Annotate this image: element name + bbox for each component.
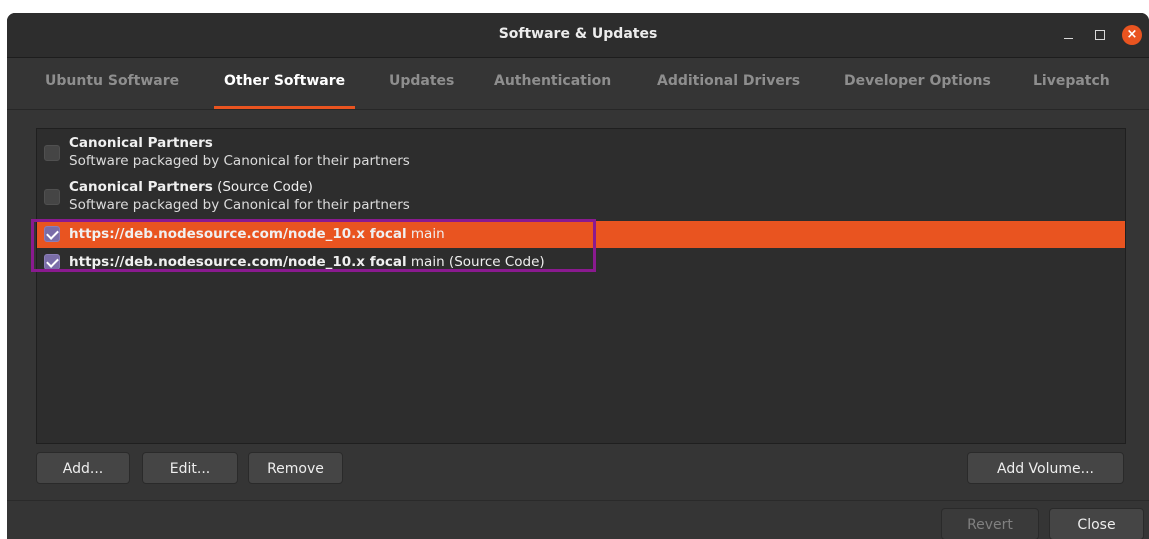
sources-list: Canonical Partners Software packaged by … (36, 128, 1126, 444)
add-button[interactable]: Add... (36, 452, 130, 484)
close-icon[interactable]: × (1122, 25, 1142, 45)
maximize-icon[interactable] (1092, 27, 1108, 43)
checkbox-icon[interactable] (44, 254, 60, 270)
add-volume-button[interactable]: Add Volume... (967, 452, 1124, 484)
window-title: Software & Updates (498, 26, 658, 42)
source-subtitle: Software packaged by Canonical for their… (69, 197, 410, 213)
revert-button[interactable]: Revert (941, 508, 1039, 539)
tab-other-software[interactable]: Other Software (213, 58, 356, 109)
edit-button[interactable]: Edit... (142, 452, 238, 484)
tab-ubuntu-software[interactable]: Ubuntu Software (45, 58, 179, 109)
source-title: Canonical Partners (69, 135, 213, 151)
software-updates-window: Software & Updates × Ubuntu Software Oth… (7, 13, 1149, 539)
source-title: Canonical Partners (Source Code) (69, 179, 313, 195)
list-item[interactable]: Canonical Partners (Source Code) Softwar… (37, 177, 1125, 217)
list-item[interactable]: https://deb.nodesource.com/node_10.x foc… (37, 221, 1125, 248)
title-bar: Software & Updates × (7, 13, 1149, 58)
list-item[interactable]: Canonical Partners Software packaged by … (37, 133, 1125, 173)
tab-authentication[interactable]: Authentication (494, 58, 611, 109)
source-title: https://deb.nodesource.com/node_10.x foc… (69, 254, 545, 270)
tab-livepatch[interactable]: Livepatch (1033, 58, 1110, 109)
close-button[interactable]: Close (1049, 508, 1144, 539)
list-item[interactable]: https://deb.nodesource.com/node_10.x foc… (37, 249, 1125, 276)
tab-developer-options[interactable]: Developer Options (844, 58, 991, 109)
tab-additional-drivers[interactable]: Additional Drivers (657, 58, 800, 109)
tab-updates[interactable]: Updates (389, 58, 454, 109)
source-subtitle: Software packaged by Canonical for their… (69, 153, 410, 169)
source-title: https://deb.nodesource.com/node_10.x foc… (69, 226, 445, 242)
minimize-icon[interactable] (1061, 27, 1077, 43)
checkbox-icon[interactable] (44, 226, 60, 242)
tab-bar: Ubuntu Software Other Software Updates A… (7, 58, 1149, 110)
checkbox-icon[interactable] (44, 189, 60, 205)
remove-button[interactable]: Remove (248, 452, 343, 484)
checkbox-icon[interactable] (44, 145, 60, 161)
